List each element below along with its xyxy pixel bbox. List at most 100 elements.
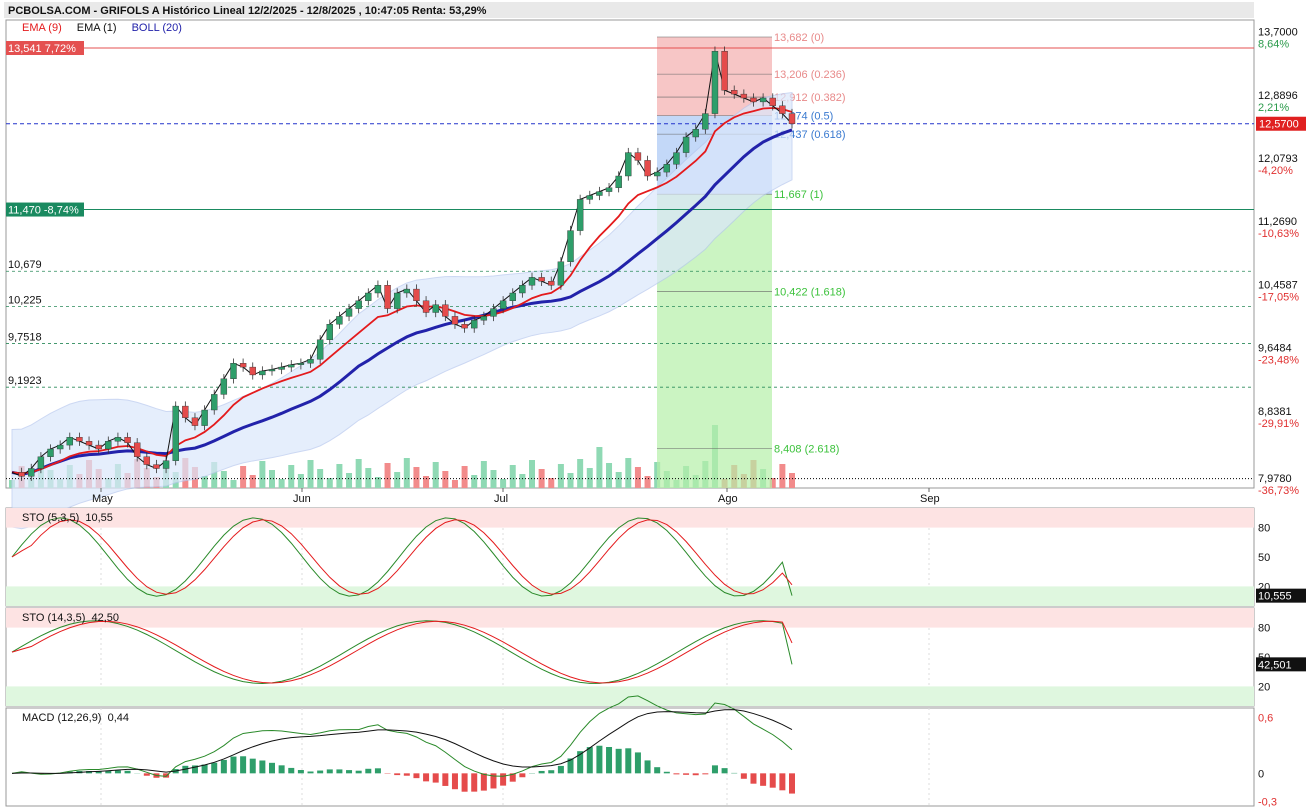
candle-body <box>365 292 372 301</box>
sto1-last-badge-label: 10,555 <box>1258 591 1292 603</box>
candle-body <box>769 97 776 106</box>
candle-body <box>586 195 593 200</box>
volume-bar <box>500 479 507 488</box>
volume-bar <box>269 470 275 488</box>
candle-body <box>162 460 170 469</box>
candle-body <box>345 308 353 317</box>
macd-axis-label: -0,3 <box>1258 796 1277 808</box>
candle-body <box>374 285 382 294</box>
volume-bar <box>596 447 603 488</box>
candle-body <box>413 288 420 302</box>
macd-histogram-bar <box>317 770 324 774</box>
candle-body <box>153 464 160 469</box>
macd-histogram-bar <box>451 773 458 790</box>
candle-body <box>47 448 54 457</box>
candle-body <box>124 437 131 443</box>
macd-histogram-bar <box>740 773 747 779</box>
sto2-overbought-zone <box>6 608 1254 628</box>
candle-body <box>326 324 333 341</box>
candle-body <box>201 409 208 426</box>
price-tick-label: 9,6484 <box>1258 343 1292 355</box>
macd-histogram-bar <box>211 762 218 774</box>
price-tick-label: 7,9780 <box>1258 473 1292 485</box>
macd-histogram-bar <box>769 773 776 788</box>
macd-histogram-bar <box>143 773 150 776</box>
macd-histogram-bar <box>432 773 439 783</box>
volume-bar <box>394 472 401 488</box>
macd-histogram-bar <box>634 752 641 774</box>
macd-histogram-bar <box>461 773 468 792</box>
macd-histogram-bar <box>230 756 237 774</box>
volume-bar <box>201 476 208 488</box>
macd-histogram-bar <box>240 756 247 774</box>
macd-histogram-bar <box>249 758 256 774</box>
volume-bar <box>365 468 372 488</box>
candle-body <box>18 472 25 477</box>
macd-histogram-bar <box>500 773 507 786</box>
candle-body <box>480 316 488 321</box>
candle-body <box>557 261 565 286</box>
candle-body <box>692 128 699 138</box>
month-label: May <box>92 493 113 505</box>
macd-histogram-bar <box>471 773 478 792</box>
candle-body <box>76 437 83 442</box>
volume-bar <box>259 461 266 488</box>
candle-body <box>384 285 391 309</box>
candle-body <box>509 292 516 301</box>
candle-body <box>731 89 738 95</box>
macd-histogram-bar <box>442 773 449 786</box>
macd-histogram-bar <box>403 773 410 776</box>
sto1-axis-label: 80 <box>1258 523 1270 535</box>
candle-body <box>288 364 295 368</box>
fib-label: 13,682 (0) <box>774 32 824 44</box>
candle-body <box>85 441 93 446</box>
candle-body <box>779 105 786 114</box>
macd-axis-label: 0,6 <box>1258 712 1273 724</box>
volume-bar <box>423 476 430 488</box>
macd-histogram-bar <box>663 771 670 774</box>
volume-bar <box>615 472 622 488</box>
candle-body <box>663 164 671 173</box>
candle-body <box>172 405 179 461</box>
macd-axis-label: 0 <box>1258 768 1264 780</box>
macd-histogram-bar <box>519 773 526 778</box>
macd-histogram-bar <box>683 773 690 775</box>
month-label: Ago <box>718 493 738 505</box>
candle-body <box>191 417 199 426</box>
candle-body <box>249 366 256 376</box>
macd-histogram-bar <box>413 773 420 779</box>
sto1-overbought-zone <box>6 508 1254 528</box>
macd-histogram-bar <box>789 773 795 794</box>
volume-bar <box>461 466 468 488</box>
level-badge-label: 13,541 7,72% <box>8 43 76 55</box>
macd-histogram-bar <box>538 770 545 774</box>
volume-bar <box>230 480 237 488</box>
price-tick-label: 12,8896 <box>1258 90 1298 102</box>
month-label: Jun <box>293 493 311 505</box>
candle-body <box>432 304 439 313</box>
percent-tick-label: -17,05% <box>1258 291 1299 303</box>
candle-body <box>95 444 102 450</box>
macd-histogram-bar <box>480 773 487 791</box>
macd-histogram-bar <box>644 760 651 774</box>
macd-histogram-bar <box>394 773 401 776</box>
percent-tick-label: -10,63% <box>1258 228 1299 240</box>
volume-bar <box>586 468 593 488</box>
candle-body <box>211 394 218 411</box>
level-label: 9,7518 <box>8 332 42 344</box>
candle-body <box>259 370 266 376</box>
volume-bar <box>442 471 449 488</box>
candle-body <box>37 456 45 469</box>
candle-body <box>442 304 449 317</box>
macd-histogram-bar <box>779 773 786 791</box>
volume-bar <box>278 479 285 488</box>
macd-histogram-bar <box>654 767 661 774</box>
volume-bar <box>249 475 256 488</box>
last-price-badge-label: 12,5700 <box>1259 119 1299 131</box>
volume-bar <box>634 467 641 488</box>
macd-histogram-bar <box>557 765 564 774</box>
candle-body <box>105 441 112 450</box>
candle-body <box>307 359 314 364</box>
volume-bar <box>297 474 304 488</box>
macd-histogram-bar <box>336 769 343 774</box>
